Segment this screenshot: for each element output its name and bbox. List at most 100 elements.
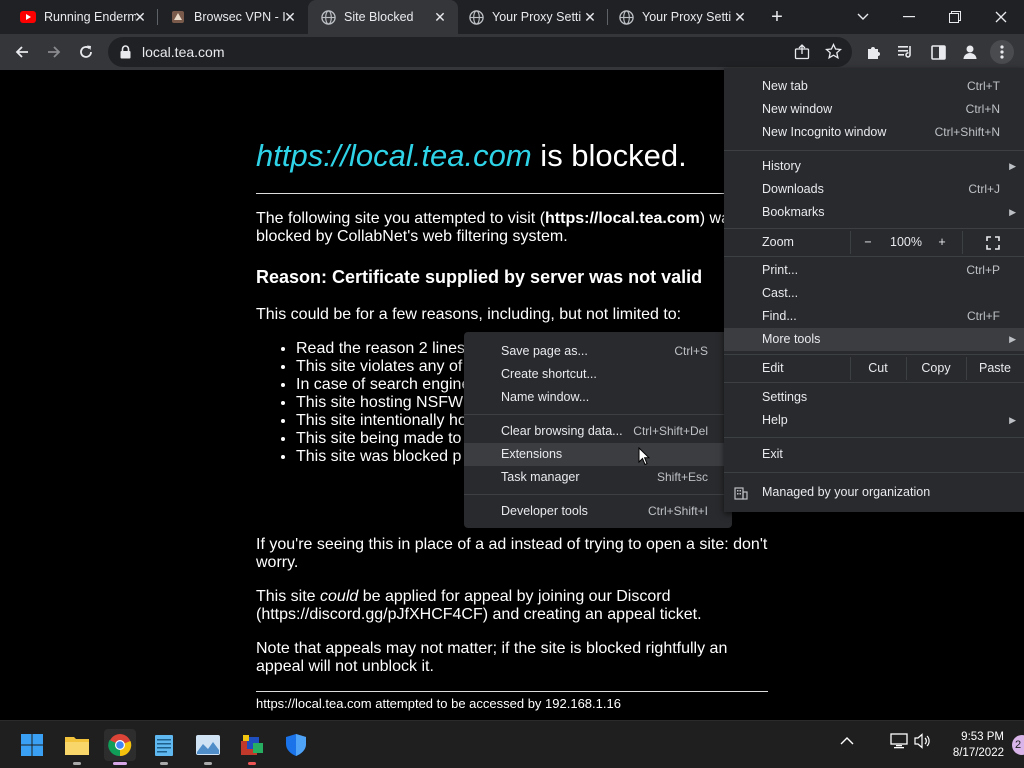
mouse-cursor-icon: [638, 446, 651, 471]
chrome-taskbar-icon[interactable]: [104, 729, 136, 765]
browser-toolbar: local.tea.com: [0, 34, 1024, 70]
tab-close-icon[interactable]: ✕: [582, 9, 598, 25]
menu-item-exit[interactable]: Exit: [724, 443, 1024, 466]
menu-item-save-page[interactable]: Save page as... Ctrl+S: [464, 340, 732, 363]
extensions-puzzle-icon[interactable]: [862, 40, 886, 64]
tab-close-icon[interactable]: ✕: [732, 9, 748, 25]
notification-badge[interactable]: 2: [1012, 735, 1024, 755]
tab-close-icon[interactable]: ✕: [282, 9, 298, 25]
tab-title: Browsec VPN - I: [194, 10, 286, 24]
menu-item-help[interactable]: Help ▶: [724, 409, 1024, 432]
tab-1[interactable]: Browsec VPN - I ✕: [150, 0, 308, 34]
tab-close-icon[interactable]: ✕: [132, 9, 148, 25]
address-url: local.tea.com: [142, 44, 225, 60]
profile-avatar-icon[interactable]: [958, 40, 982, 64]
tab-title: Running Enderm: [44, 10, 136, 24]
new-tab-plus-icon[interactable]: +: [766, 6, 788, 28]
menu-item-new-incognito[interactable]: New Incognito window Ctrl+Shift+N: [724, 121, 1024, 144]
menu-shortcut: Ctrl+Shift+I: [647, 504, 708, 518]
menu-shortcut: Ctrl+P: [966, 263, 1000, 277]
file-explorer-icon[interactable]: [61, 729, 93, 765]
menu-item-zoom: Zoom − 100% +: [724, 231, 1024, 254]
menu-label: Developer tools: [501, 504, 588, 518]
menu-label: Settings: [762, 390, 808, 404]
menu-separator: [464, 414, 732, 415]
restore-icon[interactable]: [932, 0, 978, 34]
volume-icon[interactable]: [914, 733, 932, 752]
menu-item-find[interactable]: Find... Ctrl+F: [724, 305, 1024, 328]
tab-search-chevron-icon[interactable]: [840, 0, 886, 34]
appeal-note: Note that appeals may not matter; if the…: [256, 640, 728, 675]
tab-2[interactable]: Site Blocked ✕: [308, 0, 458, 34]
menu-label: Create shortcut...: [501, 367, 597, 381]
back-arrow-icon[interactable]: [10, 40, 34, 64]
tab-0[interactable]: Running Enderm ✕: [0, 0, 158, 34]
tab-close-icon[interactable]: ✕: [432, 9, 448, 25]
paste-button[interactable]: Paste: [966, 357, 1024, 380]
menu-item-new-window[interactable]: New window Ctrl+N: [724, 98, 1024, 121]
share-icon[interactable]: [794, 44, 810, 65]
paint-app-icon[interactable]: [236, 729, 268, 765]
building-icon: [734, 485, 748, 508]
menu-item-history[interactable]: History ▶: [724, 155, 1024, 178]
menu-item-more-tools[interactable]: More tools ▶: [724, 328, 1024, 351]
menu-item-name-window[interactable]: Name window...: [464, 386, 732, 409]
lock-icon[interactable]: [120, 45, 131, 64]
forward-arrow-icon[interactable]: [42, 40, 66, 64]
tab-title: Site Blocked: [344, 10, 414, 24]
menu-item-task-manager[interactable]: Task manager Shift+Esc: [464, 466, 732, 489]
zoom-divider: [962, 231, 963, 254]
running-indicator: [160, 762, 168, 765]
notepad-icon[interactable]: [148, 729, 180, 765]
system-clock[interactable]: 9:53 PM 8/17/2022: [940, 729, 1004, 761]
tray-chevron-up-icon[interactable]: [840, 733, 854, 749]
tab-title: Your Proxy Setti: [492, 10, 582, 24]
menu-item-bookmarks[interactable]: Bookmarks ▶: [724, 201, 1024, 224]
menu-item-managed[interactable]: Managed by your organization: [724, 481, 1024, 504]
media-playlist-icon[interactable]: [894, 40, 918, 64]
menu-item-cast[interactable]: Cast...: [724, 282, 1024, 305]
blocked-site-link[interactable]: https://local.tea.com: [256, 138, 532, 173]
menu-separator: [724, 382, 1024, 383]
copy-button[interactable]: Copy: [906, 357, 966, 380]
menu-item-print[interactable]: Print... Ctrl+P: [724, 259, 1024, 282]
menu-label: History: [762, 159, 801, 173]
tab-4[interactable]: Your Proxy Setti ✕: [608, 0, 758, 34]
bookmark-star-icon[interactable]: [824, 42, 843, 65]
submenu-arrow-icon: ▶: [1009, 161, 1016, 171]
windows-security-icon[interactable]: [280, 729, 312, 761]
zoom-in-button[interactable]: +: [934, 231, 950, 254]
menu-item-downloads[interactable]: Downloads Ctrl+J: [724, 178, 1024, 201]
cut-button[interactable]: Cut: [850, 357, 906, 380]
network-monitor-icon[interactable]: [890, 733, 908, 752]
address-bar[interactable]: local.tea.com: [108, 37, 852, 67]
windows-start-icon[interactable]: [16, 729, 48, 761]
kebab-menu-icon[interactable]: [990, 40, 1014, 64]
photos-app-icon[interactable]: [192, 729, 224, 765]
menu-item-clear-data[interactable]: Clear browsing data... Ctrl+Shift+Del: [464, 420, 732, 443]
tab-3[interactable]: Your Proxy Setti ✕: [458, 0, 608, 34]
menu-item-developer-tools[interactable]: Developer tools Ctrl+Shift+I: [464, 500, 732, 523]
menu-item-create-shortcut[interactable]: Create shortcut...: [464, 363, 732, 386]
zoom-divider: [850, 231, 851, 254]
fullscreen-icon[interactable]: [984, 235, 1002, 250]
submenu-arrow-icon: ▶: [1009, 207, 1016, 217]
zoom-out-button[interactable]: −: [860, 231, 876, 254]
reload-icon[interactable]: [74, 40, 98, 64]
menu-item-settings[interactable]: Settings: [724, 386, 1024, 409]
menu-label: Zoom: [762, 235, 794, 249]
menu-item-extensions[interactable]: Extensions: [464, 443, 732, 466]
menu-label: Name window...: [501, 390, 590, 404]
minimize-icon[interactable]: [886, 0, 932, 34]
menu-separator: [724, 354, 1024, 355]
menu-separator: [464, 494, 732, 495]
close-window-icon[interactable]: [978, 0, 1024, 34]
menu-item-new-tab[interactable]: New tab Ctrl+T: [724, 75, 1024, 98]
side-panel-icon[interactable]: [926, 40, 950, 64]
running-indicator: [204, 762, 212, 765]
appeal-emphasis: could: [320, 588, 359, 605]
globe-icon: [320, 9, 336, 25]
menu-label: Extensions: [501, 447, 563, 461]
youtube-icon: [20, 9, 36, 25]
menu-label: New window: [762, 102, 833, 116]
